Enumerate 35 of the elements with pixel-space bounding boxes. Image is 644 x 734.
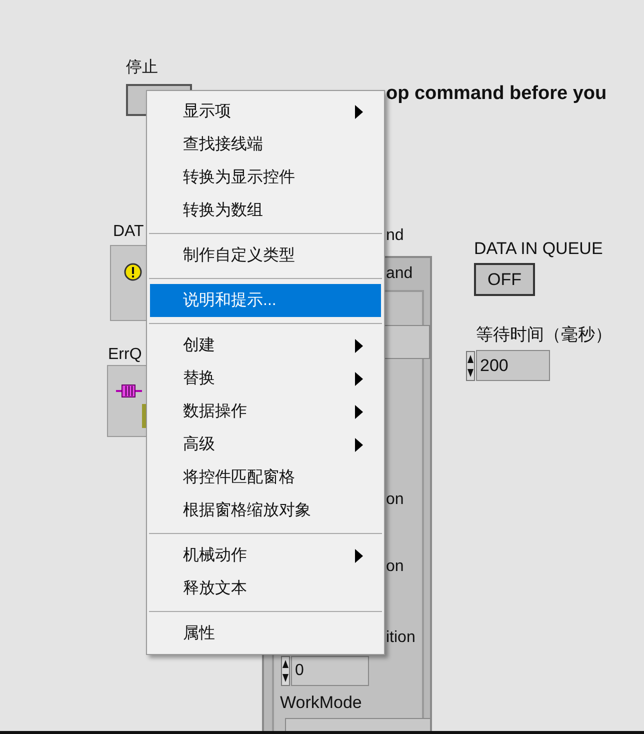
menu-item[interactable]: 将控件匹配窗格 <box>150 461 381 494</box>
queue-label: DATA IN QUEUE <box>474 238 603 260</box>
menu-item[interactable]: 查找接线端 <box>150 128 381 161</box>
wait-time-label: 等待时间（毫秒） <box>476 324 612 346</box>
menu-item[interactable]: 显示项 <box>150 95 381 128</box>
control-caption: on <box>386 557 404 577</box>
menu-item[interactable]: 说明和提示... <box>150 284 381 317</box>
menu-item[interactable]: 创建 <box>150 329 381 362</box>
control-caption: ition <box>386 628 416 648</box>
workmode-label: WorkMode <box>280 692 362 714</box>
menu-item[interactable]: 释放文本 <box>150 572 381 605</box>
spin-arrows-icon[interactable] <box>281 656 290 686</box>
tab-label: and <box>386 264 413 284</box>
menu-item[interactable]: 替换 <box>150 362 381 395</box>
queue-icon <box>116 384 142 398</box>
off-button[interactable]: OFF <box>474 263 535 296</box>
spin-arrows-icon[interactable] <box>466 350 475 380</box>
menu-item[interactable]: 制作自定义类型 <box>150 239 381 272</box>
menu-item[interactable]: 机械动作 <box>150 539 381 572</box>
stop-label: 停止 <box>126 58 158 78</box>
menu-item[interactable]: 根据窗格缩放对象 <box>150 494 381 527</box>
menu-item[interactable]: 高级 <box>150 428 381 461</box>
data-label: DAT <box>113 222 144 242</box>
numeric-field[interactable]: 0 <box>291 656 369 686</box>
menu-item[interactable]: 转换为显示控件 <box>150 161 381 194</box>
warning-icon <box>124 263 142 281</box>
cluster-label: nd <box>386 226 404 246</box>
warning-message: op command before you <box>386 82 607 106</box>
menu-item[interactable]: 转换为数组 <box>150 194 381 227</box>
control-caption: on <box>386 490 404 510</box>
errq-label: ErrQ <box>108 345 142 365</box>
menu-item[interactable]: 数据操作 <box>150 395 381 428</box>
menu-item[interactable]: 属性 <box>150 617 381 650</box>
wire-stub <box>142 404 146 428</box>
numeric-field[interactable]: 200 <box>476 350 550 381</box>
